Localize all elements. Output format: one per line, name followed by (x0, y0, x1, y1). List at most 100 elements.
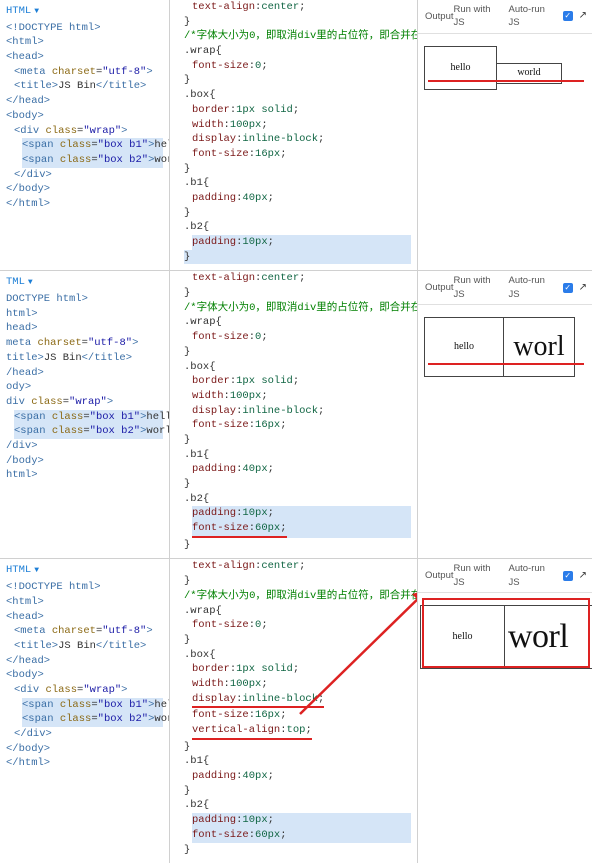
css-code-line[interactable]: display:inline-block; (192, 692, 411, 709)
html-code-line[interactable]: <meta charset="utf-8"> (14, 624, 163, 639)
css-code-line[interactable]: .b1{ (184, 176, 411, 191)
html-code-line-selected[interactable]: <span class="box b1">hello</span> (14, 410, 163, 425)
html-code-line[interactable]: </div> (14, 168, 163, 183)
css-panel-3[interactable]: text-align:center; } /*字体大小为0，即取消div里的占位… (170, 559, 418, 863)
html-panel-title[interactable]: TML ▼ (6, 275, 33, 290)
html-code-line[interactable]: <head> (6, 610, 163, 625)
css-code-line[interactable]: width:100px; (192, 677, 411, 692)
css-panel-2[interactable]: text-align:center; } /*字体大小为0，即取消div里的占位… (170, 271, 418, 558)
auto-run-checkbox[interactable]: ✓ (563, 283, 573, 293)
html-code-line[interactable]: /body> (6, 454, 163, 469)
css-code-line[interactable]: font-size:16px; (192, 418, 411, 433)
run-with-js-button[interactable]: Run with JS (454, 562, 503, 589)
auto-run-checkbox[interactable]: ✓ (563, 571, 573, 581)
css-code-line[interactable]: .box{ (184, 88, 411, 103)
html-code-line[interactable]: </body> (6, 182, 163, 197)
css-code-line[interactable]: } (184, 433, 411, 448)
css-code-line[interactable]: vertical-align:top; (192, 723, 411, 740)
css-code-line[interactable]: } (184, 538, 411, 553)
html-code-line[interactable]: <head> (6, 50, 163, 65)
css-code-line[interactable]: text-align:center; (192, 0, 411, 15)
css-code-line[interactable]: .b2{ (184, 798, 411, 813)
html-code-line[interactable]: <!DOCTYPE html> (6, 21, 163, 36)
css-code-line[interactable]: } (184, 15, 411, 30)
css-code-line[interactable]: } (184, 345, 411, 360)
html-code-line[interactable]: head> (6, 321, 163, 336)
html-code-line[interactable]: <html> (6, 595, 163, 610)
css-comment[interactable]: /*字体大小为0，即取消div里的占位符，即合并在一起*/ (184, 29, 411, 44)
html-panel-3[interactable]: HTML ▼ <!DOCTYPE html> <html> <head> <me… (0, 559, 170, 863)
html-panel-title[interactable]: HTML ▼ (6, 563, 39, 578)
css-code-line[interactable]: .wrap{ (184, 604, 411, 619)
css-panel-1[interactable]: text-align:center; } /*字体大小为0，即取消div里的占位… (170, 0, 418, 270)
css-code-line[interactable]: font-size:16px; (192, 708, 411, 723)
html-code-line[interactable]: <body> (6, 109, 163, 124)
html-code-line-selected[interactable]: <span class="box b2">world</span> (22, 712, 163, 727)
css-code-line-selected[interactable]: padding:10px; (192, 813, 411, 828)
html-code-line[interactable]: div class="wrap"> (6, 395, 163, 410)
css-code-line[interactable]: .b2{ (184, 220, 411, 235)
css-code-line[interactable]: } (184, 162, 411, 177)
html-code-line[interactable]: <!DOCTYPE html> (6, 580, 163, 595)
css-code-line-selected[interactable]: font-size:60px; (192, 521, 411, 538)
html-code-line[interactable]: <title>JS Bin</title> (14, 79, 163, 94)
css-code-line[interactable]: font-size:0; (192, 330, 411, 345)
html-panel-2[interactable]: TML ▼ DOCTYPE html> html> head> meta cha… (0, 271, 170, 558)
css-code-line[interactable]: display:inline-block; (192, 132, 411, 147)
css-code-line[interactable]: .wrap{ (184, 44, 411, 59)
css-code-line[interactable]: } (184, 740, 411, 755)
popout-icon[interactable]: ↗ (579, 281, 587, 295)
html-code-line[interactable]: </head> (6, 94, 163, 109)
popout-icon[interactable]: ↗ (579, 9, 587, 23)
css-code-line[interactable]: .wrap{ (184, 315, 411, 330)
html-code-line[interactable]: </div> (14, 727, 163, 742)
html-code-line[interactable]: ody> (6, 380, 163, 395)
css-code-line[interactable]: } (184, 73, 411, 88)
html-code-line[interactable]: <div class="wrap"> (14, 683, 163, 698)
css-code-line[interactable]: padding:40px; (192, 462, 411, 477)
html-code-line[interactable]: meta charset="utf-8"> (6, 336, 163, 351)
css-code-line[interactable]: } (184, 574, 411, 589)
html-code-line[interactable]: DOCTYPE html> (6, 292, 163, 307)
html-code-line-selected[interactable]: <span class="box b1">hello</span> (22, 138, 163, 153)
css-code-line[interactable]: text-align:center; (192, 271, 411, 286)
html-code-line-selected[interactable]: <span class="box b2">world</span> (14, 424, 163, 439)
css-code-line[interactable]: border:1px solid; (192, 103, 411, 118)
html-code-line[interactable]: </html> (6, 197, 163, 212)
html-panel-title[interactable]: HTML ▼ (6, 4, 39, 19)
html-code-line[interactable]: <body> (6, 668, 163, 683)
css-code-line-selected[interactable]: padding:10px; (192, 506, 411, 521)
html-code-line[interactable]: <title>JS Bin</title> (14, 639, 163, 654)
html-code-line[interactable]: /head> (6, 366, 163, 381)
html-code-line-selected[interactable]: <span class="box b1">hello</span> (22, 698, 163, 713)
css-code-line[interactable]: } (184, 633, 411, 648)
css-code-line[interactable]: } (184, 843, 411, 858)
css-code-line[interactable]: width:100px; (192, 118, 411, 133)
css-code-line[interactable]: padding:40px; (192, 191, 411, 206)
css-code-line[interactable]: .b1{ (184, 448, 411, 463)
css-comment[interactable]: /*字体大小为0，即取消div里的占位符，即合并在一起*/ (184, 589, 411, 604)
css-code-line[interactable]: width:100px; (192, 389, 411, 404)
html-code-line[interactable]: </html> (6, 756, 163, 771)
html-code-line-selected[interactable]: <span class="box b2">world</span> (22, 153, 163, 168)
html-code-line[interactable]: html> (6, 307, 163, 322)
run-with-js-button[interactable]: Run with JS (454, 274, 503, 301)
css-code-line[interactable]: font-size:16px; (192, 147, 411, 162)
css-code-line-selected[interactable]: } (184, 250, 411, 265)
css-code-line[interactable]: } (184, 784, 411, 799)
html-code-line[interactable]: title>JS Bin</title> (6, 351, 163, 366)
html-code-line[interactable]: <html> (6, 35, 163, 50)
css-code-line[interactable]: border:1px solid; (192, 662, 411, 677)
css-code-line[interactable]: border:1px solid; (192, 374, 411, 389)
html-code-line[interactable]: /div> (6, 439, 163, 454)
css-code-line[interactable]: .b1{ (184, 754, 411, 769)
css-comment[interactable]: /*字体大小为0，即取消div里的占位符，即合并在一起*/ (184, 301, 411, 316)
run-with-js-button[interactable]: Run with JS (454, 3, 503, 30)
css-code-line[interactable]: .box{ (184, 648, 411, 663)
html-panel-1[interactable]: HTML ▼ <!DOCTYPE html> <html> <head> <me… (0, 0, 170, 270)
css-code-line[interactable]: .box{ (184, 360, 411, 375)
css-code-line-selected[interactable]: padding:10px; (192, 235, 411, 250)
html-code-line[interactable]: html> (6, 468, 163, 483)
html-code-line[interactable]: </head> (6, 654, 163, 669)
css-code-line[interactable]: display:inline-block; (192, 404, 411, 419)
